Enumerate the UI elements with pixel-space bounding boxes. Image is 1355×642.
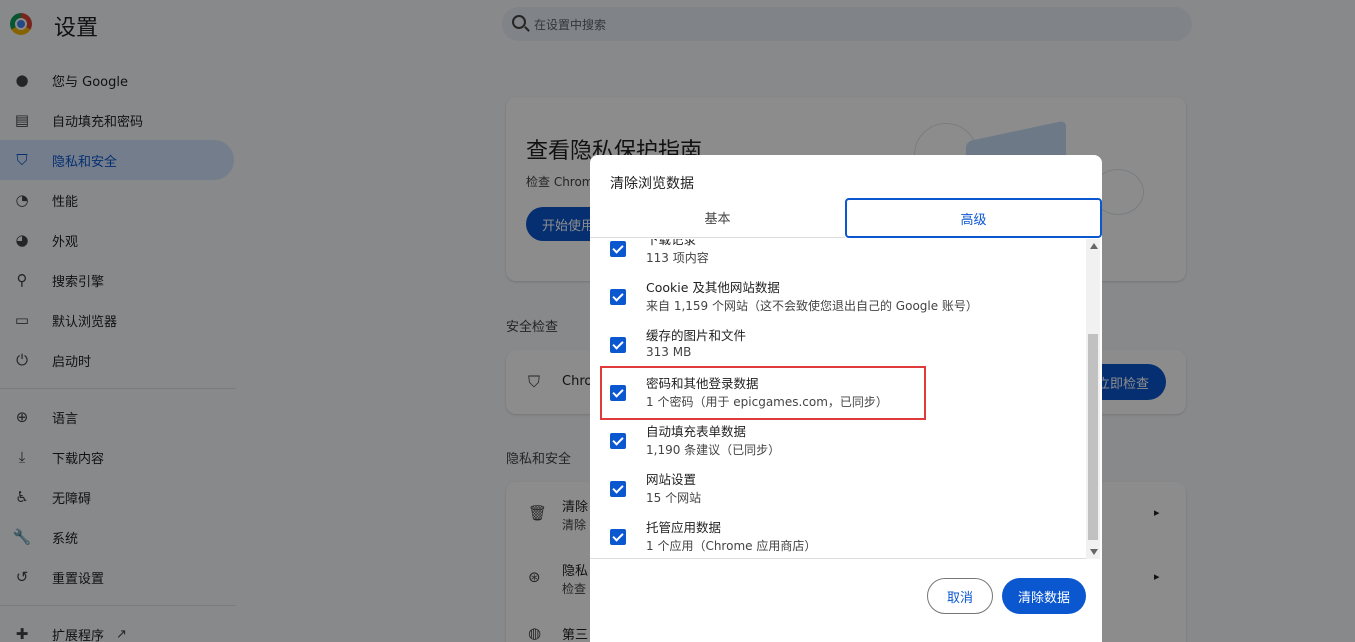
item-title: 缓存的图片和文件 xyxy=(646,328,747,343)
dialog-title: 清除浏览数据 xyxy=(610,176,694,192)
item-subtitle: 来自 1,159 个网站（这不会致使您退出自己的 Google 账号） xyxy=(646,299,978,313)
item-subtitle: 1 个应用（Chrome 应用商店） xyxy=(646,539,817,553)
hosted-app-data-checkbox[interactable] xyxy=(610,529,626,545)
item-title: 托管应用数据 xyxy=(646,520,722,535)
tab-basic[interactable]: 基本 xyxy=(590,198,845,238)
item-title: 下载记录 xyxy=(646,239,697,247)
scroll-up-arrow-icon[interactable] xyxy=(1090,243,1098,249)
scrollbar-thumb[interactable] xyxy=(1088,334,1098,540)
clear-data-button[interactable]: 清除数据 xyxy=(1002,578,1086,614)
item-subtitle: 113 项内容 xyxy=(646,251,709,265)
item-subtitle: 1,190 条建议（已同步） xyxy=(646,443,781,457)
autofill-checkbox[interactable] xyxy=(610,433,626,449)
item-subtitle: 15 个网站 xyxy=(646,491,702,505)
list-item[interactable]: 托管应用数据 1 个应用（Chrome 应用商店） xyxy=(590,513,1086,558)
cache-checkbox[interactable] xyxy=(610,337,626,353)
list-item[interactable]: Cookie 及其他网站数据 来自 1,159 个网站（这不会致使您退出自己的 … xyxy=(590,273,1086,321)
annotation-highlight-box xyxy=(600,366,926,420)
list-item[interactable]: 下载记录 113 项内容 xyxy=(590,239,1086,273)
download-history-checkbox[interactable] xyxy=(610,241,626,257)
list-item[interactable]: 网站设置 15 个网站 xyxy=(590,465,1086,513)
site-settings-checkbox[interactable] xyxy=(610,481,626,497)
list-scrollbar[interactable] xyxy=(1086,239,1100,559)
tab-advanced[interactable]: 高级 xyxy=(845,198,1102,238)
item-subtitle: 313 MB xyxy=(646,345,692,359)
scroll-down-arrow-icon[interactable] xyxy=(1090,549,1098,555)
cookies-checkbox[interactable] xyxy=(610,289,626,305)
cancel-button[interactable]: 取消 xyxy=(927,578,993,614)
item-title: 自动填充表单数据 xyxy=(646,424,747,439)
list-item[interactable]: 缓存的图片和文件 313 MB xyxy=(590,321,1086,369)
item-title: 网站设置 xyxy=(646,472,697,487)
list-item[interactable]: 自动填充表单数据 1,190 条建议（已同步） xyxy=(590,417,1086,465)
item-title: Cookie 及其他网站数据 xyxy=(646,280,780,295)
